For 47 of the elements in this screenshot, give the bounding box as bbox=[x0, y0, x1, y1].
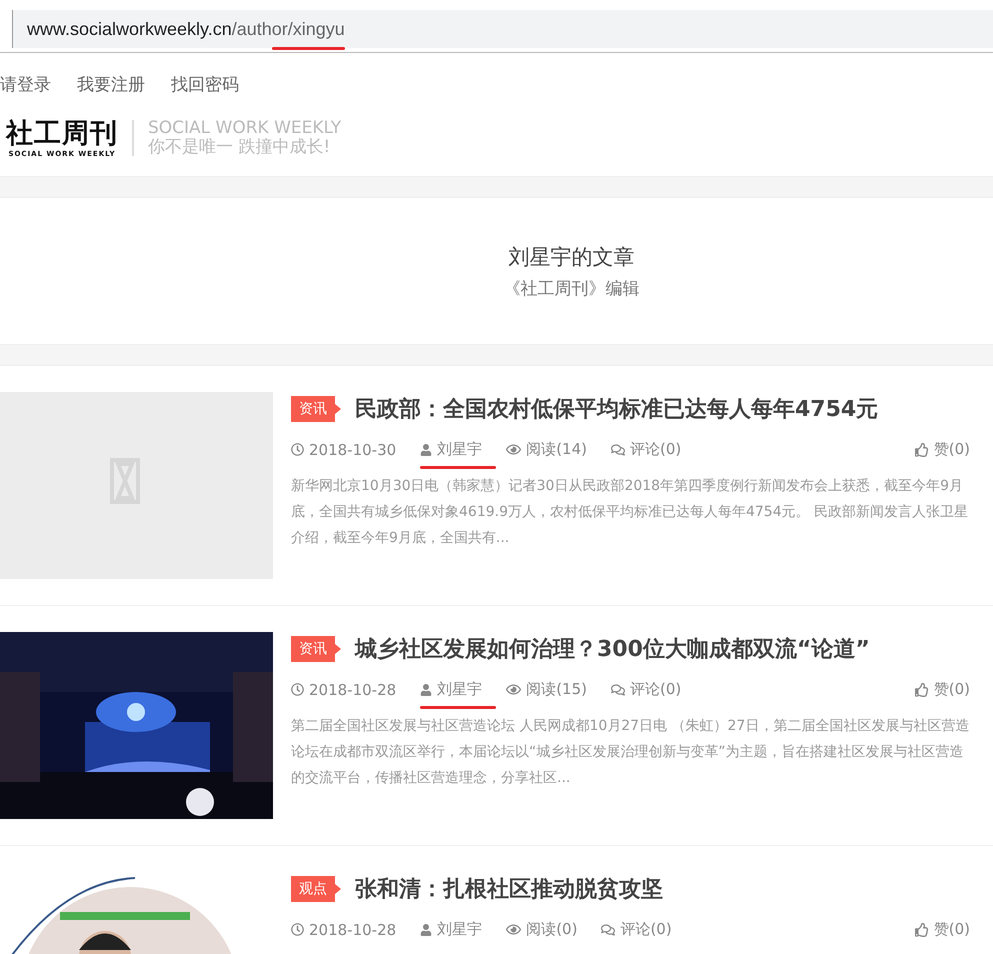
eye-icon bbox=[506, 682, 522, 697]
thumbs-up-icon bbox=[914, 922, 929, 936]
eye-icon bbox=[506, 442, 522, 457]
author-role: 《社工周刊》编辑 bbox=[504, 278, 640, 300]
clock-icon bbox=[291, 683, 304, 696]
author-link[interactable]: 刘星宇 bbox=[437, 680, 482, 699]
like-link[interactable]: 赞(0) bbox=[934, 680, 970, 699]
clock-icon bbox=[291, 923, 304, 936]
article-excerpt: 新华网北京10月30日电（韩家慧）记者30日从民政部2018年第四季度例行新闻发布会上获悉，截至今年9月底，全国共有城乡低保对象4619.9万人，农村低保平均标准已达每人每年4754元。 民政部新闻发言人张卫星介绍，截至今年9月底，全国共有... bbox=[291, 477, 970, 548]
header-link[interactable]: 请登录 bbox=[0, 73, 51, 96]
comment-count: 评论(0) bbox=[630, 440, 682, 459]
thumbs-up-icon bbox=[914, 682, 929, 696]
header-link[interactable]: 找回密码 bbox=[171, 73, 239, 96]
category-tag[interactable]: 资讯 bbox=[291, 636, 341, 662]
author-link[interactable]: 刘星宇 bbox=[437, 920, 482, 939]
article-date: 2018-10-28 bbox=[309, 680, 396, 698]
view-count: 阅读(15) bbox=[526, 680, 587, 699]
comment-count: 评论(0) bbox=[630, 680, 682, 699]
comment-count: 评论(0) bbox=[620, 920, 672, 939]
article-excerpt: 第二届全国社区发展与社区营造论坛 人民网成都10月27日电 （朱虹）27日，第二届全国社区发展与社区营造论坛在成都市双流区举行，本届论坛以“城乡社区发展治理创新与变革”为主题，旨在搭建社区发展与社区营造的交流平台，传播社区营造理念，分享社区... bbox=[291, 717, 970, 788]
category-tag[interactable]: 观点 bbox=[291, 876, 341, 902]
article-date: 2018-10-28 bbox=[309, 920, 396, 938]
user-icon bbox=[420, 684, 432, 696]
like-link[interactable]: 赞(0) bbox=[934, 920, 970, 939]
eye-icon bbox=[506, 922, 522, 937]
article-title[interactable]: 张和清：扎根社区推动脱贫攻坚 bbox=[355, 874, 663, 904]
slogan: SOCIAL WORK WEEKLY bbox=[148, 119, 342, 138]
clock-icon bbox=[291, 443, 304, 456]
like-link[interactable]: 赞(0) bbox=[934, 440, 970, 459]
article-date: 2018-10-30 bbox=[309, 440, 396, 458]
article-title[interactable]: 城乡社区发展如何治理？300位大咖成都双流“论道” bbox=[355, 634, 870, 664]
page-title: 刘星宇的文章 bbox=[508, 244, 634, 270]
view-count: 阅读(0) bbox=[526, 920, 578, 939]
comment-icon bbox=[610, 682, 625, 696]
user-icon bbox=[420, 924, 432, 936]
address-bar[interactable]: www.socialworkweekly.cn/author/xingyu bbox=[12, 10, 993, 48]
logo-text: 社工周刊 bbox=[6, 118, 118, 150]
user-icon bbox=[420, 444, 432, 456]
category-tag[interactable]: 资讯 bbox=[291, 396, 341, 422]
slogan: 你不是唯一 跌撞中成长! bbox=[148, 138, 332, 157]
header-link[interactable]: 我要注册 bbox=[77, 73, 145, 96]
view-count: 阅读(14) bbox=[526, 440, 587, 459]
thumbs-up-icon bbox=[914, 442, 929, 456]
article-title[interactable]: 民政部：全国农村低保平均标准已达每人每年4754元 bbox=[355, 394, 878, 424]
author-link[interactable]: 刘星宇 bbox=[437, 440, 482, 459]
comment-icon bbox=[610, 442, 625, 456]
comment-icon bbox=[601, 922, 616, 936]
